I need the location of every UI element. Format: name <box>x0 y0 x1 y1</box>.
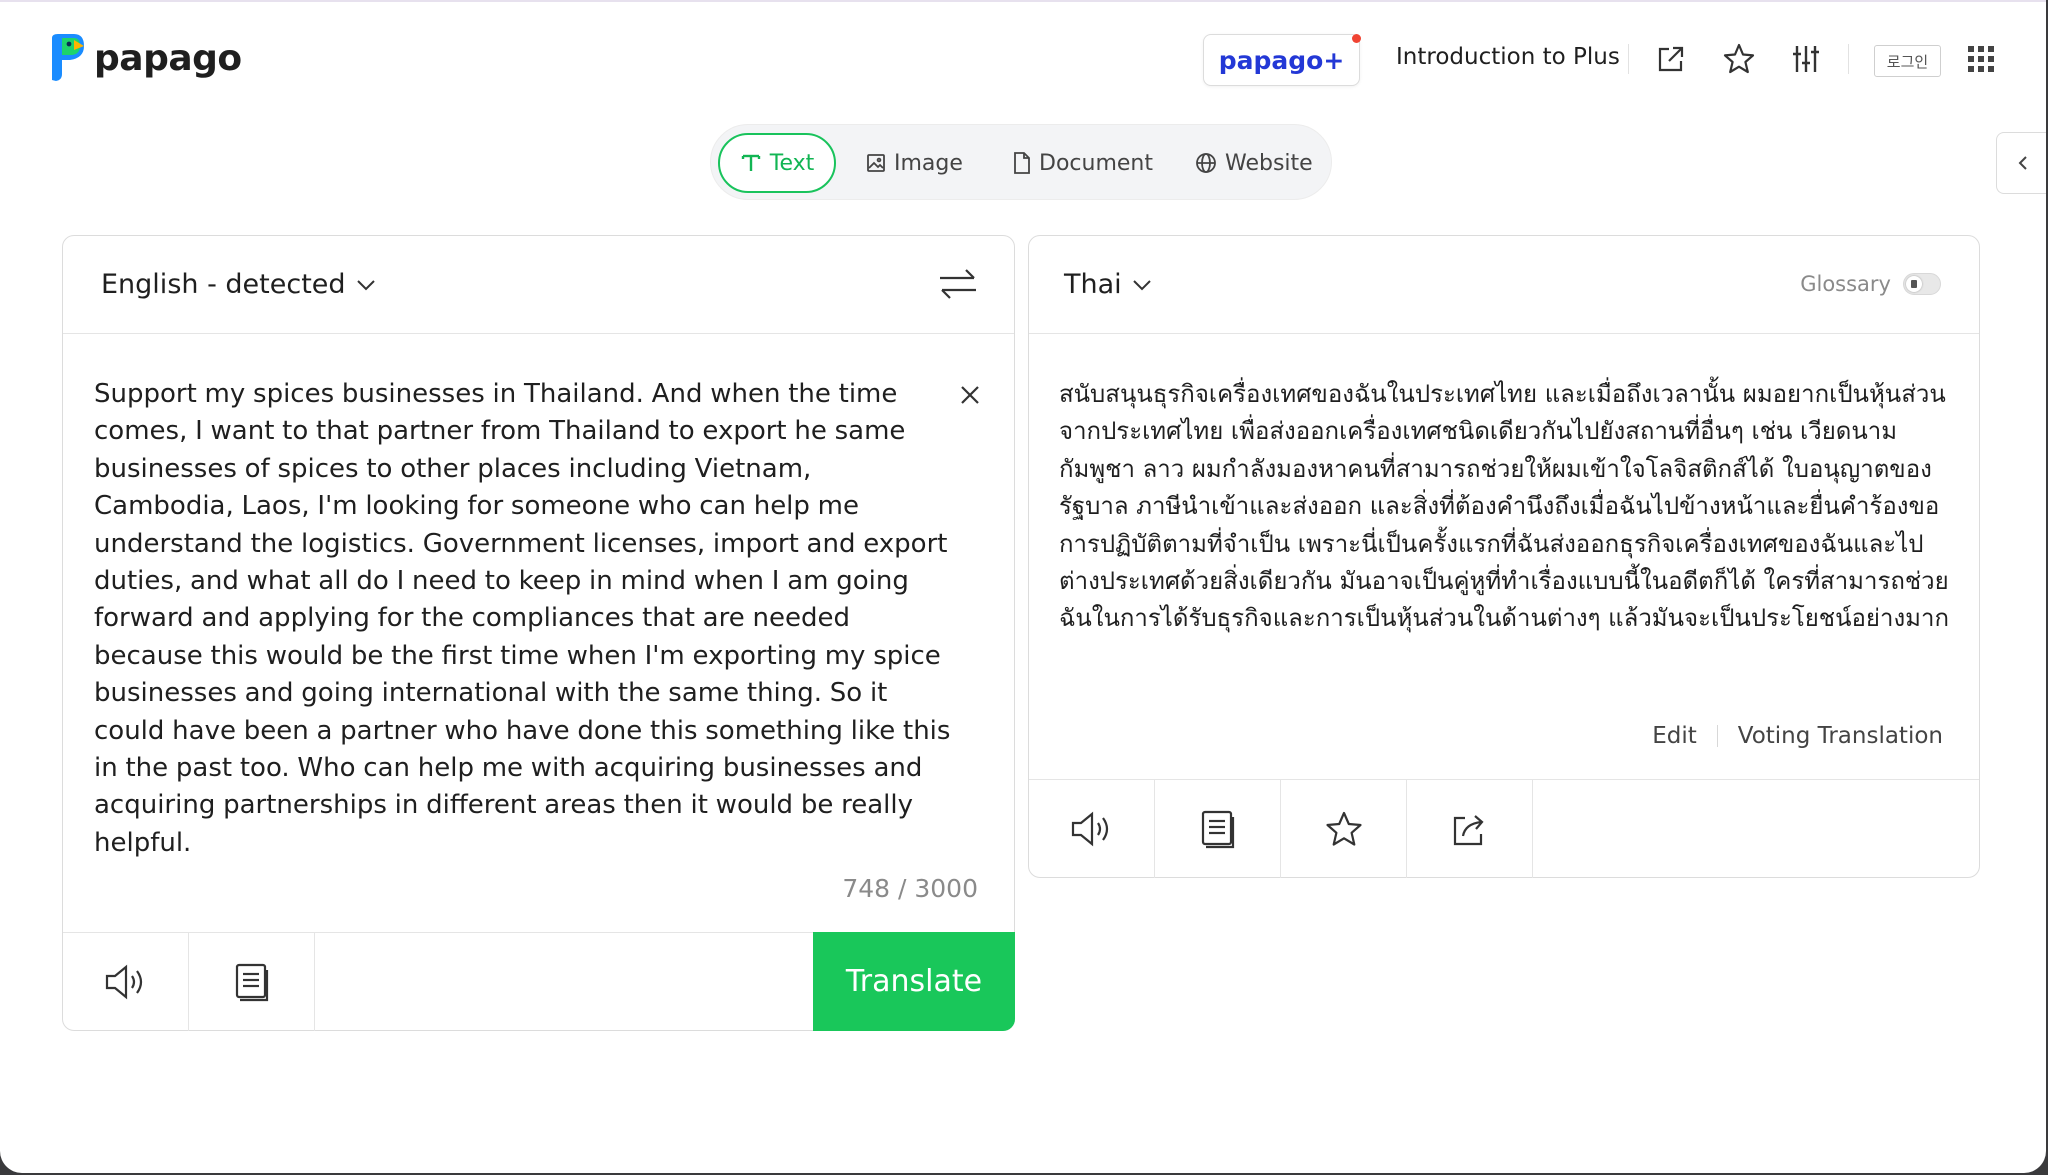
chevron-down-icon <box>1132 279 1151 290</box>
document-icon <box>1014 152 1030 174</box>
tab-website-label: Website <box>1225 150 1313 176</box>
toggle-knob <box>1906 276 1922 292</box>
speaker-icon <box>105 964 142 1000</box>
target-toolbar <box>1029 779 1979 878</box>
speaker-icon <box>1071 811 1108 847</box>
star-icon[interactable] <box>1720 40 1758 78</box>
character-count: 748 / 3000 <box>842 874 978 903</box>
target-favorite-button[interactable] <box>1281 780 1407 878</box>
header-divider <box>1848 44 1849 74</box>
source-listen-button[interactable] <box>63 933 189 1031</box>
papago-logo[interactable]: papago <box>48 34 242 82</box>
target-copy-button[interactable] <box>1155 780 1281 878</box>
tab-document[interactable]: Document <box>1013 133 1153 193</box>
tab-image-label: Image <box>894 150 963 176</box>
tab-text-label: Text <box>769 150 815 176</box>
source-toolbar: Translate <box>63 932 1015 1031</box>
star-icon <box>1325 811 1362 846</box>
voting-translation-link[interactable]: Voting Translation <box>1738 723 1943 749</box>
copy-icon <box>235 963 268 1002</box>
edit-link[interactable]: Edit <box>1652 723 1697 749</box>
plus-label: papago+ <box>1218 45 1345 75</box>
globe-icon <box>1196 153 1216 173</box>
glossary-label: Glossary <box>1800 272 1891 296</box>
swap-icon[interactable] <box>936 264 980 304</box>
source-language-select[interactable]: English - detected <box>101 269 376 300</box>
tab-text[interactable]: Text <box>718 133 836 193</box>
glossary-control: Glossary <box>1800 272 1941 296</box>
share-icon <box>1453 815 1484 846</box>
image-icon <box>867 154 885 172</box>
copy-icon <box>1201 810 1234 849</box>
sliders-icon[interactable] <box>1787 40 1825 78</box>
source-copy-button[interactable] <box>189 933 315 1031</box>
tab-image[interactable]: Image <box>866 133 963 193</box>
glossary-toggle[interactable] <box>1903 273 1941 295</box>
papago-plus-button[interactable]: papago+ <box>1203 34 1361 86</box>
chevron-left-icon <box>2018 156 2027 170</box>
login-button[interactable]: 로그인 <box>1874 45 1941 77</box>
source-language-bar: English - detected <box>63 236 1014 334</box>
header-divider <box>1628 44 1629 74</box>
close-icon[interactable] <box>956 381 984 409</box>
tab-document-label: Document <box>1039 150 1153 176</box>
text-icon <box>741 154 760 171</box>
notification-dot <box>1352 34 1361 43</box>
target-share-button[interactable] <box>1407 780 1533 878</box>
introduction-to-plus-link[interactable]: Introduction to Plus <box>1396 44 1620 70</box>
source-language-label: English - detected <box>101 269 346 300</box>
external-link-icon[interactable] <box>1652 40 1690 78</box>
grid-menu-icon[interactable] <box>1962 40 2000 78</box>
source-text-input[interactable]: Support my spices businesses in Thailand… <box>94 376 954 862</box>
translation-output: สนับสนุนธุรกิจเครื่องเทศของฉันในประเทศไท… <box>1059 380 1949 633</box>
target-listen-button[interactable] <box>1029 780 1155 878</box>
chevron-down-icon <box>356 279 375 290</box>
target-language-label: Thai <box>1064 269 1122 300</box>
mode-tabs: Text Image Document Website <box>710 124 1332 200</box>
logo-text: papago <box>94 37 242 79</box>
translate-button[interactable]: Translate <box>813 932 1015 1031</box>
source-panel: English - detected Support my spices bus… <box>62 235 1015 1031</box>
tab-website[interactable]: Website <box>1195 133 1313 193</box>
target-language-select[interactable]: Thai <box>1064 269 1152 300</box>
target-panel: Thai Glossary สนับสนุนธุรกิจเครื่องเทศขอ… <box>1028 235 1980 878</box>
actions-divider <box>1716 725 1718 747</box>
sidebar-toggle[interactable] <box>1996 132 2046 194</box>
app-window: papago papago+ Introduction to Plus 로그인 <box>0 0 2046 1173</box>
target-language-bar: Thai Glossary <box>1029 236 1979 334</box>
translation-actions: Edit Voting Translation <box>1652 723 1943 749</box>
parrot-logo-icon <box>48 34 86 82</box>
